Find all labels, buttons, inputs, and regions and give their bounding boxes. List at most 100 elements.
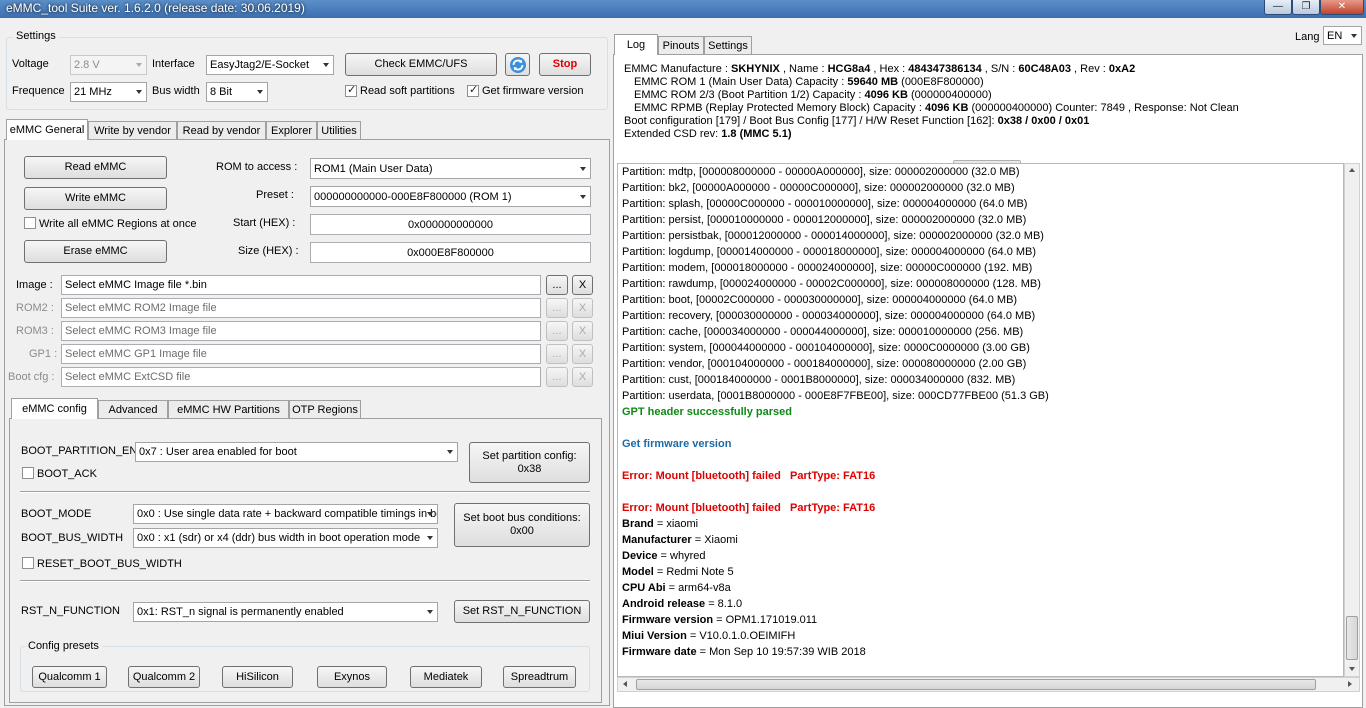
stop-button[interactable]: Stop [539,53,591,76]
buswidth-select[interactable]: 8 Bit [206,82,268,102]
preset-exynos-button[interactable]: Exynos [317,666,387,688]
settings-title: Settings [13,30,59,42]
refresh-button[interactable] [505,53,530,76]
preset-mediatek-button[interactable]: Mediatek [410,666,482,688]
tab-otp-regions[interactable]: OTP Regions [289,400,361,419]
scroll-thumb[interactable] [636,679,1316,690]
rom2-clear-button[interactable]: X [572,298,593,318]
boot-bus-width-select[interactable]: 0x0 : x1 (sdr) or x4 (ddr) bus width in … [133,528,438,548]
scroll-left-icon[interactable] [623,681,627,687]
rom2-file-input[interactable]: Select eMMC ROM2 Image file [61,298,541,318]
prop-line: Firmware version = OPM1.171019.011 [622,614,818,626]
frequency-select[interactable]: 21 MHz [70,82,147,102]
set-partition-config-button[interactable]: Set partition config: 0x38 [469,442,590,483]
scroll-down-icon[interactable] [1349,667,1355,671]
gp1-file-input[interactable]: Select eMMC GP1 Image file [61,344,541,364]
write-all-regions-checkbox[interactable] [24,217,36,229]
title-bar[interactable]: eMMC_tool Suite ver. 1.6.2.0 (release da… [0,0,1366,18]
boot-ack-checkbox[interactable] [22,467,34,479]
set-boot-bus-button[interactable]: Set boot bus conditions: 0x00 [454,503,590,547]
tab-explorer[interactable]: Explorer [266,121,317,140]
tab-write-by-vendor[interactable]: Write by vendor [88,121,177,140]
image-file-input[interactable]: Select eMMC Image file *.bin [61,275,541,295]
rom3-browse-button[interactable]: ... [546,321,568,341]
device-info-area: EMMC Manufacture : SKHYNIX , Name : HCG8… [614,55,1362,161]
boot-partition-value: 0x7 : User area enabled for boot [139,446,297,458]
rom2-label: ROM2 : [16,302,54,314]
tab-advanced[interactable]: Advanced [98,400,168,419]
rom2-browse-button[interactable]: ... [546,298,568,318]
rom3-file-input[interactable]: Select eMMC ROM3 Image file [61,321,541,341]
chevron-down-icon [136,63,142,67]
check-emmc-button[interactable]: Check EMMC/UFS [345,53,497,76]
start-hex-input[interactable]: 0x000000000000 [310,214,591,235]
scroll-up-icon[interactable] [1349,168,1355,172]
size-hex-input[interactable]: 0x000E8F800000 [310,242,591,263]
preset-spreadtrum-button[interactable]: Spreadtrum [503,666,576,688]
preset-qualcomm1-button[interactable]: Qualcomm 1 [32,666,107,688]
prop-line: Manufacturer = Xiaomi [622,534,738,546]
chevron-down-icon [427,536,433,540]
tab-settings[interactable]: Settings [704,36,752,55]
tab-log[interactable]: Log [614,34,658,55]
rom3-clear-button[interactable]: X [572,321,593,341]
minimize-button[interactable]: — [1264,0,1292,15]
maximize-button[interactable]: ❐ [1292,0,1320,15]
log-horizontal-scrollbar[interactable] [617,677,1360,692]
get-firmware-message: Get firmware version [622,438,732,450]
lang-select[interactable]: EN [1323,26,1362,45]
chevron-down-icon [427,512,433,516]
chevron-down-icon [323,63,329,67]
tab-emmc-config[interactable]: eMMC config [11,398,98,419]
rom-access-select[interactable]: ROM1 (Main User Data) [310,158,591,179]
erase-emmc-button[interactable]: Erase eMMC [24,240,167,263]
gp1-browse-button[interactable]: ... [546,344,568,364]
error-message: Error: Mount [bluetooth] failed PartType… [622,502,876,514]
boot-cfg-clear-button[interactable]: X [572,367,593,387]
image-browse-button[interactable]: ... [546,275,568,295]
chevron-down-icon [1351,33,1357,38]
maximize-icon: ❐ [1301,1,1311,12]
log-vertical-scrollbar[interactable] [1344,163,1360,677]
partition-line: Partition: cache, [000034000000 - 000044… [622,326,1024,338]
set-rst-n-button[interactable]: Set RST_N_FUNCTION [454,600,590,623]
preset-hisilicon-button[interactable]: HiSilicon [222,666,293,688]
partition-line: Partition: userdata, [0001B8000000 - 000… [622,390,1049,402]
boot-cfg-label: Boot cfg : [8,371,55,383]
preset-select[interactable]: 000000000000-000E8F800000 (ROM 1) [310,186,591,207]
interface-select[interactable]: EasyJtag2/E-Socket [206,55,334,75]
boot-cfg-browse-button[interactable]: ... [546,367,568,387]
tab-emmc-general[interactable]: eMMC General [6,119,88,140]
image-label: Image : [16,279,53,291]
tab-pinouts[interactable]: Pinouts [658,36,704,55]
log-output: Partition: mdtp, [000008000000 - 00000A0… [617,163,1344,677]
prop-line: Model = Redmi Note 5 [622,566,734,578]
tab-utilities[interactable]: Utilities [317,121,361,140]
boot-cfg-file-input[interactable]: Select eMMC ExtCSD file [61,367,541,387]
boot-mode-select[interactable]: 0x0 : Use single data rate + backward co… [133,504,438,524]
get-firmware-version-checkbox[interactable] [467,83,479,97]
tab-read-by-vendor[interactable]: Read by vendor [177,121,266,140]
lang-value: EN [1327,29,1343,42]
partition-line: Partition: rawdump, [000024000000 - 0000… [622,278,1041,290]
read-soft-partitions-checkbox[interactable] [345,83,357,97]
gp1-label: GP1 : [29,348,58,360]
gp1-clear-button[interactable]: X [572,344,593,364]
close-button[interactable]: ✕ [1320,0,1364,15]
write-emmc-button[interactable]: Write eMMC [24,187,167,210]
scroll-thumb[interactable] [1346,616,1358,660]
interface-label: Interface [152,58,195,70]
rst-n-select[interactable]: 0x1: RST_n signal is permanently enabled [133,602,438,622]
image-clear-button[interactable]: X [572,275,593,295]
scroll-right-icon[interactable] [1348,681,1352,687]
reset-boot-bus-checkbox[interactable] [22,557,34,569]
boot-partition-select[interactable]: 0x7 : User area enabled for boot [135,442,458,462]
frequency-label: Frequence [12,85,65,97]
read-emmc-button[interactable]: Read eMMC [24,156,167,179]
read-soft-partitions-label: Read soft partitions [360,85,455,97]
voltage-select[interactable]: 2.8 V [70,55,147,75]
preset-qualcomm2-button[interactable]: Qualcomm 2 [128,666,200,688]
close-icon: ✕ [1337,1,1347,12]
boot-ack-label: BOOT_ACK [37,468,97,480]
tab-emmc-hw-partitions[interactable]: eMMC HW Partitions [168,400,289,419]
